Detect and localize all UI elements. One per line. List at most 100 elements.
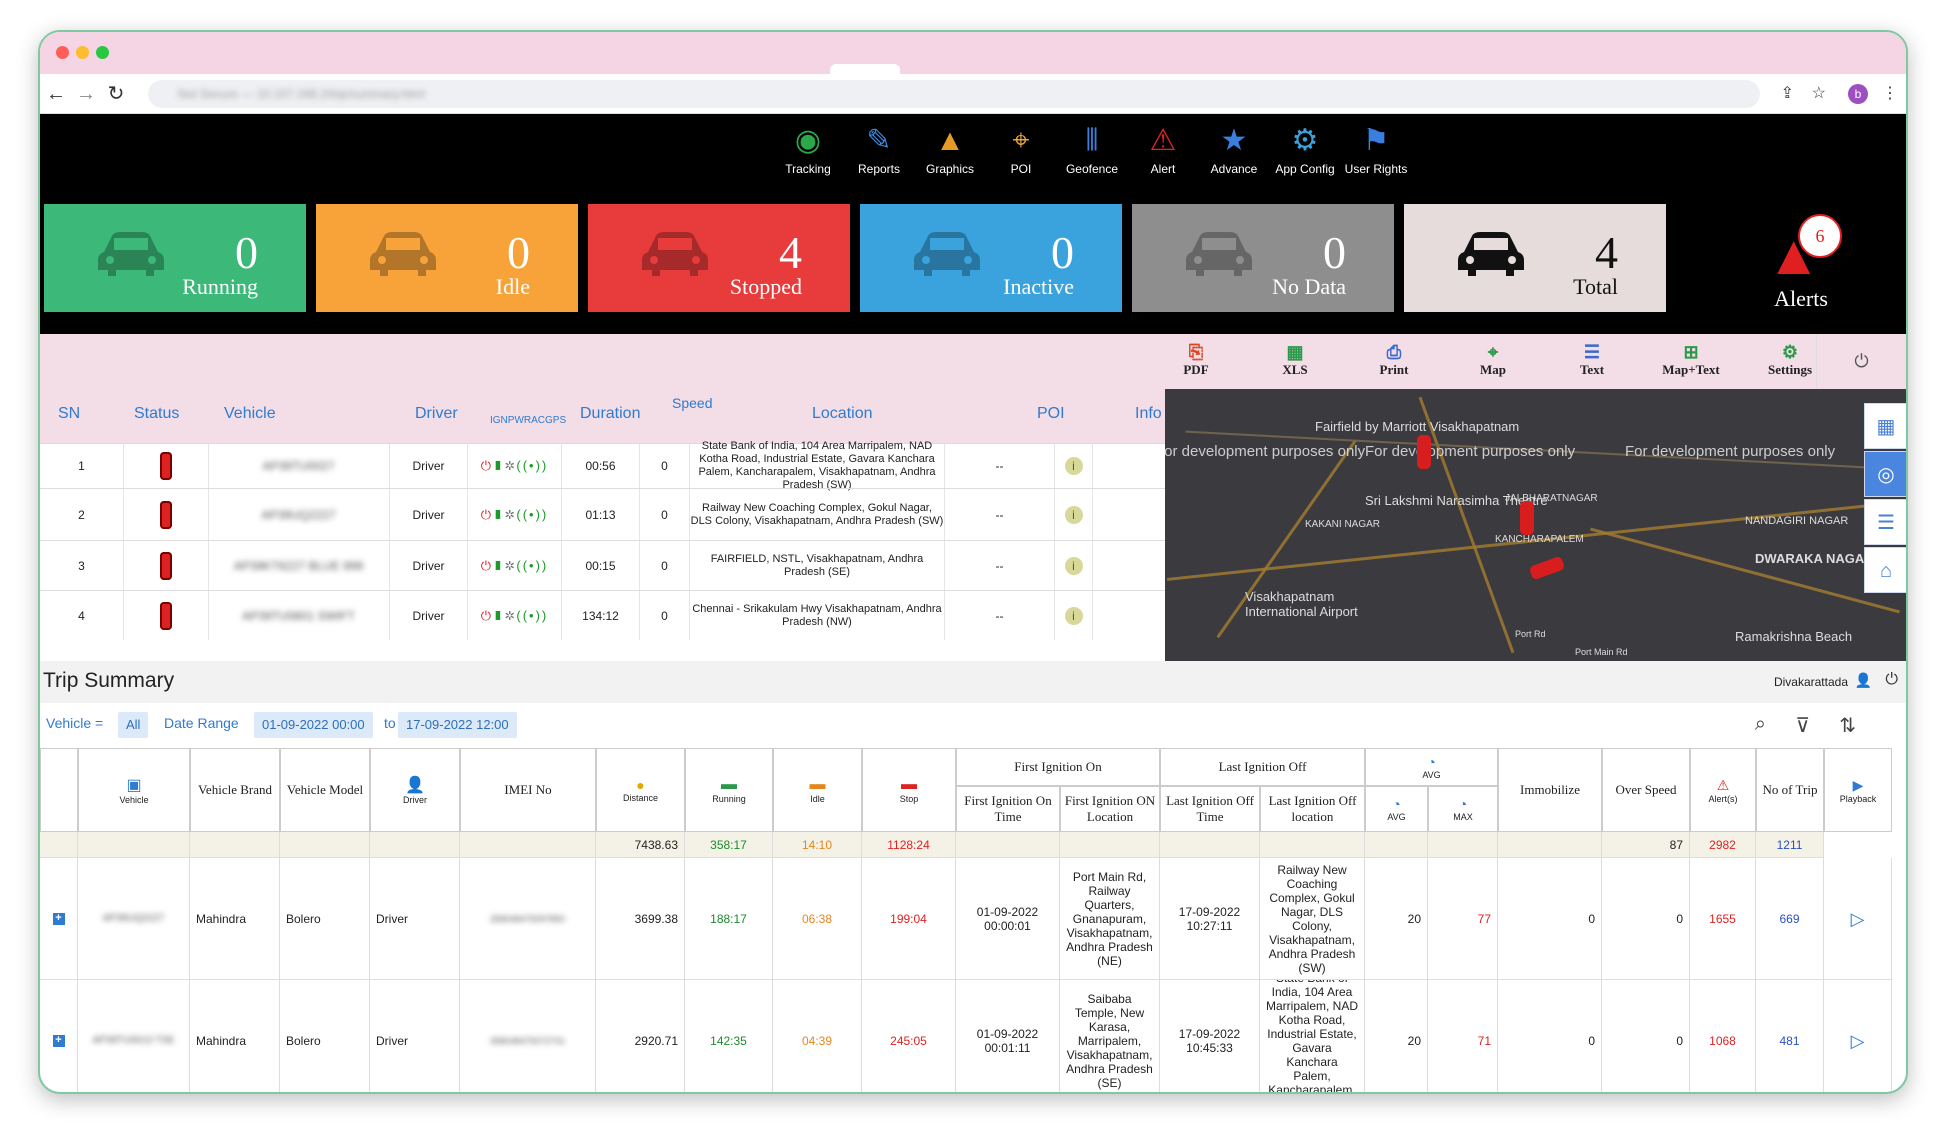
header-driver[interactable]: 👤 Driver bbox=[370, 748, 460, 832]
header-idle[interactable]: ▬ Idle bbox=[773, 748, 862, 832]
header-max[interactable]: ◔ MAX bbox=[1428, 786, 1498, 832]
topnav-reports[interactable]: ✎ Reports bbox=[846, 122, 912, 176]
header-last-off-location[interactable]: Last Ignition Off location bbox=[1260, 786, 1365, 832]
col-status[interactable]: Status bbox=[134, 405, 179, 423]
logout-icon[interactable]: ⏻ bbox=[1885, 671, 1898, 689]
vehicle-marker[interactable] bbox=[1520, 501, 1534, 535]
expand-plus-icon[interactable]: + bbox=[52, 1034, 65, 1047]
red-car-icon bbox=[160, 601, 172, 630]
share-icon[interactable]: ⇪ bbox=[1781, 83, 1794, 103]
bookmark-star-icon[interactable]: ☆ bbox=[1812, 83, 1826, 103]
header-model[interactable]: Vehicle Model bbox=[280, 748, 370, 832]
topnav-graphics[interactable]: ▲ Graphics bbox=[917, 122, 983, 176]
info-icon[interactable]: i bbox=[1064, 457, 1083, 475]
vehicle-row[interactable]: 2 AP39UQ2227 Driver ⏻▮✲((•)) 01:13 0 Railway N… bbox=[40, 488, 1165, 540]
profile-avatar[interactable]: b bbox=[1848, 84, 1868, 104]
header-last-ignition-off[interactable]: Last Ignition Off bbox=[1160, 748, 1365, 786]
toolbar-print[interactable]: ⎙ Print bbox=[1354, 342, 1434, 378]
map-panel[interactable]: For development purposes only For develo… bbox=[1165, 389, 1906, 661]
header-first-ignition-on[interactable]: First Ignition On bbox=[956, 748, 1160, 786]
header-immobilize[interactable]: Immobilize bbox=[1498, 748, 1602, 832]
col-poi[interactable]: POI bbox=[1037, 405, 1065, 423]
topnav-poi[interactable]: ⌖ POI bbox=[988, 122, 1054, 176]
vehicle-row[interactable]: 3 AP39KT6227 BLUE 999 Driver ⏻▮✲((•)) 00:15 0… bbox=[40, 540, 1165, 590]
info-icon[interactable]: i bbox=[1064, 505, 1083, 524]
url-field[interactable]: Not Secure — 10.107.168.2/trip/summary.h… bbox=[148, 80, 1760, 108]
alerts-widget[interactable]: ▲ 6 Alerts bbox=[1746, 206, 1856, 314]
topnav-tracking[interactable]: ◉ Tracking bbox=[775, 122, 841, 176]
expand-plus-icon[interactable]: + bbox=[52, 912, 65, 925]
reload-icon[interactable]: ↻ bbox=[104, 82, 128, 106]
topnav-alert[interactable]: ⚠ Alert bbox=[1130, 122, 1196, 176]
header-distance[interactable]: ● Distance bbox=[596, 748, 685, 832]
status-card-inactive[interactable]: 0 Inactive bbox=[860, 204, 1122, 312]
vehicle-row[interactable]: 1 AP39TU0027 Driver ⏻▮✲((•)) 00:56 0 State Ban… bbox=[40, 440, 1165, 491]
search-icon[interactable]: ⌕ bbox=[1755, 713, 1766, 736]
header-label: Driver bbox=[403, 795, 427, 805]
col-location[interactable]: Location bbox=[812, 405, 873, 423]
info-icon[interactable]: i bbox=[1064, 606, 1083, 625]
header-avg[interactable]: ◔ AVG bbox=[1365, 786, 1428, 832]
header-imei[interactable]: IMEI No bbox=[460, 748, 596, 832]
header-brand[interactable]: Vehicle Brand bbox=[190, 748, 280, 832]
forward-icon[interactable]: → bbox=[74, 82, 98, 106]
header-vehicle[interactable]: ▣ Vehicle bbox=[78, 748, 190, 832]
header-first-on-location[interactable]: First Ignition ON Location bbox=[1060, 786, 1160, 832]
header-running[interactable]: ▬ Running bbox=[685, 748, 773, 832]
vehicle-row[interactable]: 4 AP39TU0801 SWIFT Driver ⏻▮✲((•)) 134:12 0 Ch… bbox=[40, 590, 1165, 640]
map-traffic-icon[interactable]: ☰ bbox=[1864, 499, 1906, 545]
back-icon[interactable]: ← bbox=[44, 82, 68, 106]
distance-cell: 3699.38 bbox=[596, 858, 685, 980]
header-stop[interactable]: ▬ Stop bbox=[862, 748, 956, 832]
header-first-on-time[interactable]: First Ignition On Time bbox=[956, 786, 1060, 832]
topnav-geofence[interactable]: ⦀ Geofence bbox=[1059, 122, 1125, 176]
header-last-off-time[interactable]: Last Ignition Off Time bbox=[1160, 786, 1260, 832]
date-to[interactable]: 17-09-2022 12:00 bbox=[398, 712, 517, 738]
close-window-button[interactable] bbox=[56, 46, 69, 59]
user-icon[interactable]: 👤 bbox=[1855, 672, 1872, 689]
toolbar-pdf[interactable]: ⎘ PDF bbox=[1156, 342, 1236, 378]
info-icon[interactable]: i bbox=[1064, 556, 1083, 575]
header-over-speed[interactable]: Over Speed bbox=[1602, 748, 1690, 832]
sort-icon[interactable]: ⇅ bbox=[1839, 713, 1856, 738]
play-icon[interactable]: ▷ bbox=[1851, 910, 1865, 928]
status-card-no-data[interactable]: 0 No Data bbox=[1132, 204, 1394, 312]
header-expand[interactable] bbox=[40, 748, 78, 832]
map-layers-icon[interactable]: ▦ bbox=[1864, 403, 1906, 449]
header-playback[interactable]: ▶ Playback bbox=[1824, 748, 1892, 832]
header-trips[interactable]: No of Trip bbox=[1756, 748, 1824, 832]
toolbar-map-text[interactable]: ⊞ Map+Text bbox=[1651, 342, 1731, 378]
header-alerts[interactable]: ⚠ Alert(s) bbox=[1690, 748, 1756, 832]
menu-kebab-icon[interactable]: ⋮ bbox=[1882, 83, 1898, 103]
vehicle-marker[interactable] bbox=[1417, 435, 1431, 469]
vehicle-marker[interactable] bbox=[1528, 555, 1566, 581]
col-duration[interactable]: Duration bbox=[580, 405, 640, 423]
map-tag-icon[interactable]: ⌂ bbox=[1864, 547, 1906, 593]
maximize-window-button[interactable] bbox=[96, 46, 109, 59]
vehicle-cell: 3 bbox=[40, 541, 124, 590]
toolbar-settings[interactable]: ⚙ Settings bbox=[1750, 342, 1830, 378]
toolbar-xls[interactable]: ▦ XLS bbox=[1255, 342, 1335, 378]
status-card-running[interactable]: 0 Running bbox=[44, 204, 306, 312]
status-card-total[interactable]: 4 Total bbox=[1404, 204, 1666, 312]
status-card-stopped[interactable]: 4 Stopped bbox=[588, 204, 850, 312]
topnav-app-config[interactable]: ⚙ App Config bbox=[1272, 122, 1338, 176]
topnav-advance[interactable]: ★ Advance bbox=[1201, 122, 1267, 176]
play-icon[interactable]: ▷ bbox=[1851, 1032, 1865, 1050]
filter-icon[interactable]: ⊽ bbox=[1795, 713, 1810, 738]
date-from[interactable]: 01-09-2022 00:00 bbox=[254, 712, 373, 738]
col-sn[interactable]: SN bbox=[58, 405, 80, 423]
active-tab[interactable] bbox=[830, 64, 900, 74]
vehicle-filter-value[interactable]: All bbox=[118, 712, 149, 738]
col-speed[interactable]: Speed bbox=[672, 395, 712, 411]
status-card-idle[interactable]: 0 Idle bbox=[316, 204, 578, 312]
toolbar-text[interactable]: ☰ Text bbox=[1552, 342, 1632, 378]
header-avg-group[interactable]: ◔ AVG bbox=[1365, 748, 1498, 786]
toolbar-map[interactable]: ⌖ Map bbox=[1453, 342, 1533, 378]
topnav-user-rights[interactable]: ⚑ User Rights bbox=[1343, 122, 1409, 176]
vehicle-cell: 0 bbox=[640, 541, 690, 590]
map-satellite-icon[interactable]: ◎ bbox=[1864, 451, 1906, 497]
minimize-window-button[interactable] bbox=[76, 46, 89, 59]
col-vehicle[interactable]: Vehicle bbox=[224, 405, 276, 423]
col-driver[interactable]: Driver bbox=[415, 405, 458, 423]
